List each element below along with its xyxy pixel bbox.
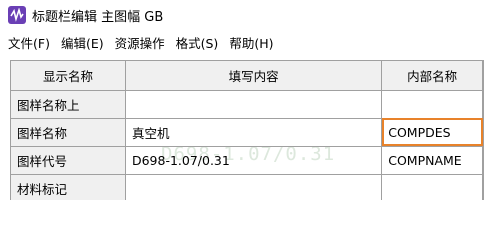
- internal-name-cell-selected[interactable]: COMPDES: [381, 117, 483, 147]
- display-name-cell: 材料标记: [11, 173, 126, 200]
- window-title: 标题栏编辑 主图幅 GB: [32, 9, 164, 25]
- header-display-name[interactable]: 显示名称: [11, 61, 126, 91]
- fill-content-cell[interactable]: 真空机: [124, 117, 383, 147]
- internal-name-cell[interactable]: [381, 89, 483, 119]
- table-row[interactable]: 图样代号 D698-1.07/0.31 COMPNAME: [11, 145, 483, 175]
- menu-file[interactable]: 文件(F): [4, 33, 54, 52]
- menu-edit[interactable]: 编辑(E): [57, 33, 108, 52]
- field-table: 显示名称 填写内容 内部名称 图样名称上 图样名称 真空机 COMPDES 图样…: [11, 61, 483, 200]
- table-row[interactable]: 材料标记: [11, 173, 483, 200]
- menu-bar: 文件(F) 编辑(E) 资源操作 格式(S) 帮助(H): [0, 30, 488, 54]
- display-name-cell: 图样名称: [11, 117, 126, 147]
- menu-help[interactable]: 帮助(H): [225, 33, 277, 52]
- menu-resource-ops[interactable]: 资源操作: [111, 33, 169, 52]
- fill-content-cell[interactable]: [124, 89, 383, 119]
- internal-name-cell[interactable]: COMPNAME: [381, 145, 483, 175]
- internal-name-cell[interactable]: [381, 173, 483, 200]
- display-name-cell: 图样代号: [11, 145, 126, 175]
- waveform-app-icon: [8, 6, 26, 24]
- header-fill-content[interactable]: 填写内容: [124, 61, 383, 91]
- display-name-cell: 图样名称上: [11, 89, 126, 119]
- title-block-grid: D698-1.07/0.31 显示名称 填写内容 内部名称 图样名称上 图样名称…: [10, 60, 484, 200]
- title-bar: 标题栏编辑 主图幅 GB: [0, 0, 488, 30]
- fill-content-cell[interactable]: [124, 173, 383, 200]
- header-internal-name[interactable]: 内部名称: [381, 61, 483, 91]
- menu-format[interactable]: 格式(S): [172, 33, 223, 52]
- header-row: 显示名称 填写内容 内部名称: [11, 61, 483, 91]
- table-row[interactable]: 图样名称 真空机 COMPDES: [11, 117, 483, 147]
- table-row[interactable]: 图样名称上: [11, 89, 483, 119]
- fill-content-cell[interactable]: D698-1.07/0.31: [124, 145, 383, 175]
